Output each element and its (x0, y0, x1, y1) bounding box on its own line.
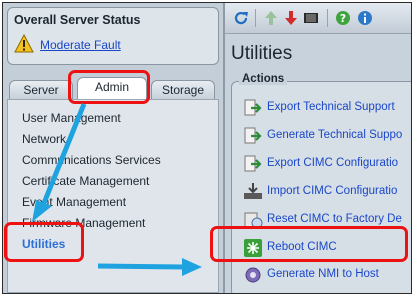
content-pane: ? Utilities Actions Export Technical Sup… (225, 3, 411, 293)
action-label: Export Technical Support (267, 101, 395, 113)
menu-item-utilities[interactable]: Utilities (22, 237, 65, 251)
export-cimc-configuration-action[interactable]: Export CIMC Configuratio (243, 154, 411, 174)
status-title: Overall Server Status (14, 13, 141, 27)
power-on-icon[interactable] (263, 10, 279, 26)
reset-icon (244, 212, 263, 229)
power-off-icon[interactable] (283, 10, 299, 26)
generate-icon (244, 127, 262, 144)
tab-server[interactable]: Server (9, 80, 73, 99)
export-technical-support-action[interactable]: Export Technical Support (243, 98, 411, 118)
action-label: Reboot CIMC (267, 241, 337, 253)
action-label: Import CIMC Configuratio (267, 185, 398, 197)
menu-item-certificate-management[interactable]: Certificate Management (22, 174, 149, 188)
toolbar: ? (225, 3, 411, 34)
reboot-icon (244, 239, 262, 257)
nav-tabs: Server Admin Storage (7, 77, 219, 101)
kvm-console-icon[interactable] (303, 10, 319, 26)
reset-cimc-factory-defaults-action[interactable]: Reset CIMC to Factory De (243, 210, 411, 230)
generate-technical-support-action[interactable]: Generate Technical Suppo (243, 126, 411, 146)
export-icon (244, 99, 262, 116)
nmi-icon (245, 267, 261, 283)
toolbar-separator (255, 9, 256, 27)
server-status-panel: Overall Server Status Moderate Fault (7, 7, 219, 65)
menu-item-event-management[interactable]: Event Management (22, 195, 126, 209)
moderate-fault-link[interactable]: Moderate Fault (40, 38, 121, 52)
menu-item-communications-services[interactable]: Communications Services (22, 153, 161, 167)
left-navigation-pane: Overall Server Status Moderate Fault Ser… (3, 3, 225, 293)
reboot-cimc-action[interactable]: Reboot CIMC (243, 238, 411, 258)
action-label: Reset CIMC to Factory De (267, 213, 402, 225)
help-icon[interactable]: ? (335, 10, 351, 26)
generate-nmi-to-host-action[interactable]: Generate NMI to Host (243, 265, 411, 285)
menu-item-firmware-management[interactable]: Firmware Management (22, 216, 145, 230)
action-label: Generate NMI to Host (267, 268, 379, 280)
warning-icon (14, 34, 34, 53)
tab-storage[interactable]: Storage (151, 80, 215, 99)
actions-label: Actions (239, 73, 288, 85)
export-icon (244, 155, 262, 172)
info-icon[interactable] (357, 10, 373, 26)
tab-admin[interactable]: Admin (77, 77, 147, 99)
svg-text:?: ? (340, 12, 346, 25)
cimc-window: Overall Server Status Moderate Fault Ser… (2, 2, 412, 294)
menu-item-network[interactable]: Network (22, 132, 66, 146)
refresh-icon[interactable] (233, 10, 249, 26)
toolbar-separator (327, 9, 328, 27)
action-label: Generate Technical Suppo (267, 129, 403, 141)
action-label: Export CIMC Configuratio (267, 157, 399, 169)
menu-item-user-management[interactable]: User Management (22, 111, 121, 125)
admin-menu: User Management Network Communications S… (7, 99, 219, 293)
import-icon (244, 183, 262, 199)
import-cimc-configuration-action[interactable]: Import CIMC Configuratio (243, 182, 411, 202)
page-title: Utilities (231, 43, 293, 64)
